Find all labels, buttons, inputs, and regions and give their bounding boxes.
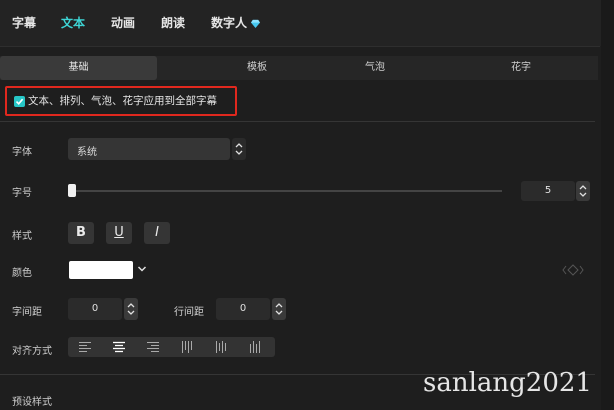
watermark-text: sanlang2021: [423, 368, 592, 398]
preset-style-label: 预设样式: [12, 397, 52, 408]
up-down-icon: [579, 185, 587, 197]
tab-digital-human-label: 数字人: [211, 16, 248, 30]
vertical-align-bottom-button[interactable]: [238, 337, 272, 357]
alignment-group: [68, 337, 275, 357]
font-value: 系统: [77, 147, 97, 158]
italic-button[interactable]: I: [144, 222, 170, 244]
sub-tab-bar: 基础 模板 气泡 花字: [0, 56, 598, 80]
align-center-button[interactable]: [102, 337, 136, 357]
section-divider: [0, 121, 595, 122]
tab-subtitle[interactable]: 字幕: [12, 14, 36, 31]
color-label: 颜色: [12, 268, 32, 279]
letter-spacing-label: 字间距: [12, 307, 42, 318]
top-divider: [0, 46, 600, 47]
scrollbar[interactable]: [601, 0, 614, 410]
vertical-align-middle-icon: [216, 341, 226, 353]
size-input[interactable]: 5: [521, 181, 575, 201]
alignment-label: 对齐方式: [12, 346, 52, 357]
bold-button[interactable]: B: [68, 222, 94, 244]
subtab-basic[interactable]: 基础: [0, 56, 157, 80]
vertical-align-top-icon: [182, 341, 192, 353]
diamond-icon: [251, 19, 261, 28]
check-icon: [15, 98, 24, 105]
letter-spacing-stepper[interactable]: [124, 298, 138, 320]
apply-all-label: 文本、排列、气泡、花字应用到全部字幕: [28, 95, 217, 107]
up-down-icon: [235, 143, 243, 155]
letter-spacing-input[interactable]: 0: [68, 298, 122, 320]
size-slider-thumb[interactable]: [68, 184, 76, 197]
keyframe-icon[interactable]: [562, 264, 584, 276]
align-left-icon: [79, 342, 91, 352]
size-stepper[interactable]: [576, 181, 590, 201]
align-right-icon: [147, 342, 159, 352]
color-swatch[interactable]: [69, 261, 133, 279]
tab-digital-human[interactable]: 数字人: [211, 14, 261, 31]
line-spacing-stepper[interactable]: [272, 298, 286, 320]
size-value: 5: [544, 185, 552, 196]
chevron-down-icon[interactable]: [137, 264, 147, 274]
apply-all-checkbox[interactable]: [14, 96, 25, 107]
font-select-toggle[interactable]: [232, 138, 246, 160]
line-spacing-label: 行间距: [174, 307, 204, 318]
tab-animation[interactable]: 动画: [111, 14, 135, 31]
font-select[interactable]: 系统: [68, 138, 230, 160]
letter-spacing-value: 0: [91, 303, 99, 314]
size-label: 字号: [12, 188, 32, 199]
top-tab-bar: 字幕 文本 动画 朗读 数字人: [0, 0, 614, 46]
line-spacing-input[interactable]: 0: [216, 298, 270, 320]
align-right-button[interactable]: [136, 337, 170, 357]
underline-button[interactable]: U: [106, 222, 132, 244]
vertical-align-middle-button[interactable]: [204, 337, 238, 357]
style-label: 样式: [12, 231, 32, 242]
up-down-icon: [127, 303, 135, 315]
size-slider-track[interactable]: [70, 190, 502, 192]
subtab-bubble[interactable]: 气泡: [300, 56, 450, 80]
vertical-align-bottom-icon: [250, 341, 260, 353]
subtab-fancy-text[interactable]: 花字: [446, 56, 596, 80]
tab-text[interactable]: 文本: [61, 14, 85, 31]
apply-all-highlight: 文本、排列、气泡、花字应用到全部字幕: [5, 86, 237, 116]
align-left-button[interactable]: [68, 337, 102, 357]
line-spacing-value: 0: [239, 303, 247, 314]
align-center-icon: [113, 341, 125, 353]
font-label: 字体: [12, 147, 32, 158]
vertical-align-top-button[interactable]: [170, 337, 204, 357]
up-down-icon: [275, 303, 283, 315]
tab-read-aloud[interactable]: 朗读: [161, 14, 185, 31]
